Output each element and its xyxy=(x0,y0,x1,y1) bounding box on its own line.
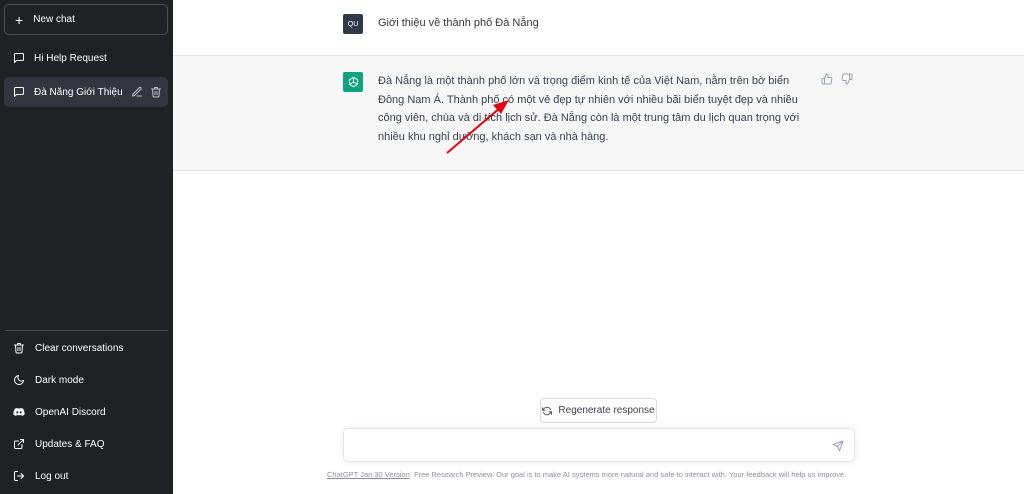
edit-icon[interactable] xyxy=(131,86,143,98)
new-chat-button[interactable]: + New chat xyxy=(4,4,168,35)
updates-faq-label: Updates & FAQ xyxy=(35,438,105,450)
version-link[interactable]: ChatGPT Jan 30 Version xyxy=(327,470,410,479)
sidebar-divider xyxy=(5,330,168,331)
regenerate-response-label: Regenerate response xyxy=(558,405,655,416)
thumbs-down-icon[interactable] xyxy=(841,73,853,85)
user-message: QU Giới thiệu về thành phố Đà Nẵng xyxy=(173,0,1024,56)
new-chat-label: New chat xyxy=(33,14,75,25)
conversation-item-da-nang[interactable]: Đà Nẵng Giới Thiệu xyxy=(4,77,168,107)
chat-bubble-icon xyxy=(13,52,25,64)
message-input-box xyxy=(343,428,855,462)
send-icon[interactable] xyxy=(832,440,844,452)
clear-conversations-label: Clear conversations xyxy=(35,342,124,354)
external-link-icon xyxy=(13,438,25,450)
refresh-icon xyxy=(542,406,553,416)
sidebar: + New chat Hi Help Request Đà Nẵng Giới … xyxy=(0,0,173,494)
chat-bubble-icon xyxy=(13,86,25,98)
updates-faq-link[interactable]: Updates & FAQ xyxy=(4,429,168,459)
conversation-label: Đà Nẵng Giới Thiệu xyxy=(34,86,123,98)
regenerate-response-button[interactable]: Regenerate response xyxy=(540,398,657,423)
user-message-text: Giới thiệu về thành phố Đà Nẵng xyxy=(378,17,539,29)
trash-icon[interactable] xyxy=(150,86,162,98)
dark-mode-button[interactable]: Dark mode xyxy=(4,365,168,395)
chat-main: QU Giới thiệu về thành phố Đà Nẵng Đà Nẵ… xyxy=(173,0,1024,494)
plus-icon: + xyxy=(15,11,24,28)
feedback-buttons xyxy=(821,73,853,85)
moon-icon xyxy=(13,374,25,386)
logout-icon xyxy=(13,470,25,482)
footer-disclaimer: ChatGPT Jan 30 Version. Free Research Pr… xyxy=(327,470,846,479)
user-avatar: QU xyxy=(343,14,363,34)
openai-discord-label: OpenAI Discord xyxy=(35,406,106,418)
message-input[interactable] xyxy=(354,438,824,454)
openai-logo-icon xyxy=(343,72,363,92)
conversation-item-hi-help-request[interactable]: Hi Help Request xyxy=(4,43,168,73)
openai-discord-link[interactable]: OpenAI Discord xyxy=(4,397,168,427)
annotation-arrow xyxy=(446,100,509,154)
thumbs-up-icon[interactable] xyxy=(821,73,833,85)
footer-text: . Free Research Preview. Our goal is to … xyxy=(409,470,847,479)
assistant-message: Đà Nẵng là một thành phố lớn và trọng đi… xyxy=(173,56,1024,171)
clear-conversations-button[interactable]: Clear conversations xyxy=(4,333,168,363)
discord-icon xyxy=(13,406,25,418)
log-out-button[interactable]: Log out xyxy=(4,461,168,491)
conversation-label: Hi Help Request xyxy=(34,52,107,64)
dark-mode-label: Dark mode xyxy=(35,374,84,386)
log-out-label: Log out xyxy=(35,470,69,482)
trash-icon xyxy=(13,342,25,354)
